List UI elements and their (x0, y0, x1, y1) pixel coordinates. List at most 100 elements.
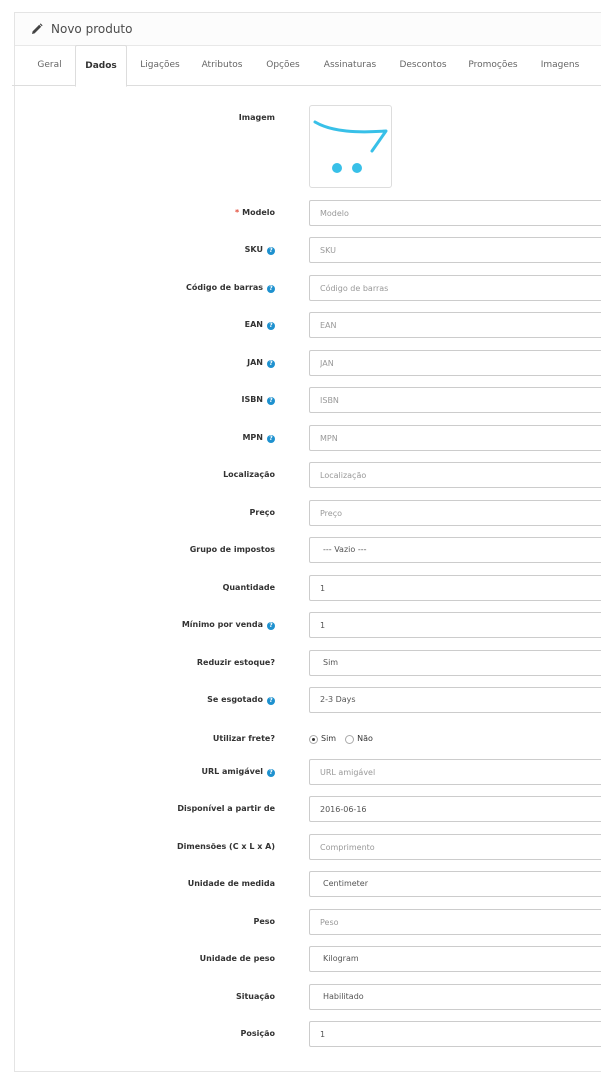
subtract-select[interactable]: Sim (309, 650, 601, 676)
mpn-input[interactable] (309, 425, 601, 451)
date-available-label: Disponível a partir de (177, 804, 275, 813)
sku-label: SKU? (245, 237, 275, 263)
isbn-label-text: ISBN (241, 395, 263, 404)
jan-label-text: JAN (247, 358, 263, 367)
help-icon[interactable]: ? (267, 697, 275, 705)
jan-label: JAN? (247, 350, 275, 376)
help-icon[interactable]: ? (267, 435, 275, 443)
weight-label: Peso (253, 917, 275, 926)
tax-group-label: Grupo de impostos (189, 545, 275, 554)
help-icon[interactable]: ? (267, 769, 275, 777)
weight-row: Peso (0, 909, 601, 935)
minimum-row: Mínimo por venda? (0, 612, 601, 638)
shipping-label: Utilizar frete? (212, 734, 275, 743)
dimensions-label: Dimensões (C x L x A) (176, 842, 275, 851)
length-class-label: Unidade de medida (187, 879, 275, 888)
minimum-label: Mínimo por venda? (182, 612, 275, 638)
sku-input[interactable] (309, 237, 601, 263)
seo-url-label-text: URL amigável (201, 767, 263, 776)
mpn-row: MPN? (0, 425, 601, 451)
weight-input[interactable] (309, 909, 601, 935)
ean-input[interactable] (309, 312, 601, 338)
help-icon[interactable]: ? (267, 360, 275, 368)
shipping-option-sim-label: Sim (321, 734, 337, 743)
status-select[interactable]: Habilitado (309, 984, 601, 1010)
price-row: Preço (0, 500, 601, 526)
date-available-row: Disponível a partir de (0, 796, 601, 822)
sku-label-text: SKU (244, 245, 263, 254)
barcode-row: Código de barras? (0, 275, 601, 301)
tab-dados[interactable]: Dados (75, 45, 127, 87)
pencil-icon (32, 23, 43, 34)
out-of-stock-select[interactable]: 2-3 Days (309, 687, 601, 713)
help-icon[interactable]: ? (267, 285, 275, 293)
tab-imagens[interactable]: Imagens (532, 45, 588, 86)
tab-descontos[interactable]: Descontos (392, 45, 454, 86)
seo-url-input[interactable] (309, 759, 601, 785)
weight-class-label: Unidade de peso (199, 954, 275, 963)
barcode-input[interactable] (309, 275, 601, 301)
tab-bar: Geral Dados Ligações Atributos Opções As… (12, 45, 601, 87)
minimum-input[interactable] (309, 612, 601, 638)
help-icon[interactable]: ? (267, 247, 275, 255)
model-label: * Modelo (235, 200, 275, 226)
shipping-radio-group: Sim Não (309, 726, 382, 752)
out-of-stock-label-text: Se esgotado (207, 695, 263, 704)
radio-unchecked[interactable] (345, 734, 355, 744)
tab-promocoes[interactable]: Promoções (462, 45, 524, 86)
sort-order-label: Posição (240, 1029, 276, 1038)
help-icon[interactable]: ? (267, 322, 275, 330)
quantity-label: Quantidade (222, 583, 275, 592)
shipping-option-sim[interactable]: Sim (309, 726, 336, 752)
isbn-row: ISBN? (0, 387, 601, 413)
out-of-stock-label: Se esgotado? (207, 687, 275, 713)
status-label: Situação (235, 992, 275, 1001)
sku-row: SKU? (0, 237, 601, 263)
status-row: Situação Habilitado (0, 984, 601, 1010)
barcode-label-text: Código de barras (186, 283, 263, 292)
jan-row: JAN? (0, 350, 601, 376)
sort-order-input[interactable] (309, 1021, 601, 1047)
location-row: Localização (0, 462, 601, 488)
jan-input[interactable] (309, 350, 601, 376)
panel-heading: Novo produto (15, 13, 601, 46)
out-of-stock-row: Se esgotado? 2-3 Days (0, 687, 601, 713)
model-input[interactable] (309, 200, 601, 226)
product-image-thumbnail[interactable] (309, 105, 392, 188)
tab-geral[interactable]: Geral (26, 45, 73, 86)
isbn-label: ISBN? (241, 387, 275, 413)
sort-order-row: Posição (0, 1021, 601, 1047)
required-asterisk: * (234, 208, 240, 217)
model-row: * Modelo (0, 200, 601, 226)
length-class-row: Unidade de medida Centimeter (0, 871, 601, 897)
price-input[interactable] (309, 500, 601, 526)
seo-url-label: URL amigável? (201, 759, 275, 785)
length-input[interactable] (309, 834, 601, 860)
radio-checked[interactable] (309, 734, 318, 744)
help-icon[interactable]: ? (267, 397, 275, 405)
image-row: Imagem (0, 105, 601, 131)
shipping-option-nao[interactable]: Não (345, 726, 373, 752)
cart-logo-icon (313, 120, 388, 173)
date-available-input[interactable] (309, 796, 601, 822)
subtract-row: Reduzir estoque? Sim (0, 650, 601, 676)
subtract-label: Reduzir estoque? (196, 658, 275, 667)
length-class-select[interactable]: Centimeter (309, 871, 601, 897)
tax-group-row: Grupo de impostos --- Vazio --- (0, 537, 601, 563)
mpn-label: MPN? (242, 425, 275, 451)
shipping-row: Utilizar frete? Sim Não (0, 726, 601, 752)
tab-assinaturas[interactable]: Assinaturas (316, 45, 384, 86)
weight-class-select[interactable]: Kilogram (309, 946, 601, 972)
help-icon[interactable]: ? (267, 622, 275, 630)
tax-group-select[interactable]: --- Vazio --- (309, 537, 601, 563)
tab-ligacoes[interactable]: Ligações (133, 45, 187, 86)
weight-class-row: Unidade de peso Kilogram (0, 946, 601, 972)
tab-atributos[interactable]: Atributos (194, 45, 250, 86)
isbn-input[interactable] (309, 387, 601, 413)
ean-label-text: EAN (244, 320, 263, 329)
quantity-input[interactable] (309, 575, 601, 601)
tab-opcoes[interactable]: Opções (258, 45, 308, 86)
location-input[interactable] (309, 462, 601, 488)
barcode-label: Código de barras? (186, 275, 275, 301)
dimensions-row: Dimensões (C x L x A) (0, 834, 601, 860)
